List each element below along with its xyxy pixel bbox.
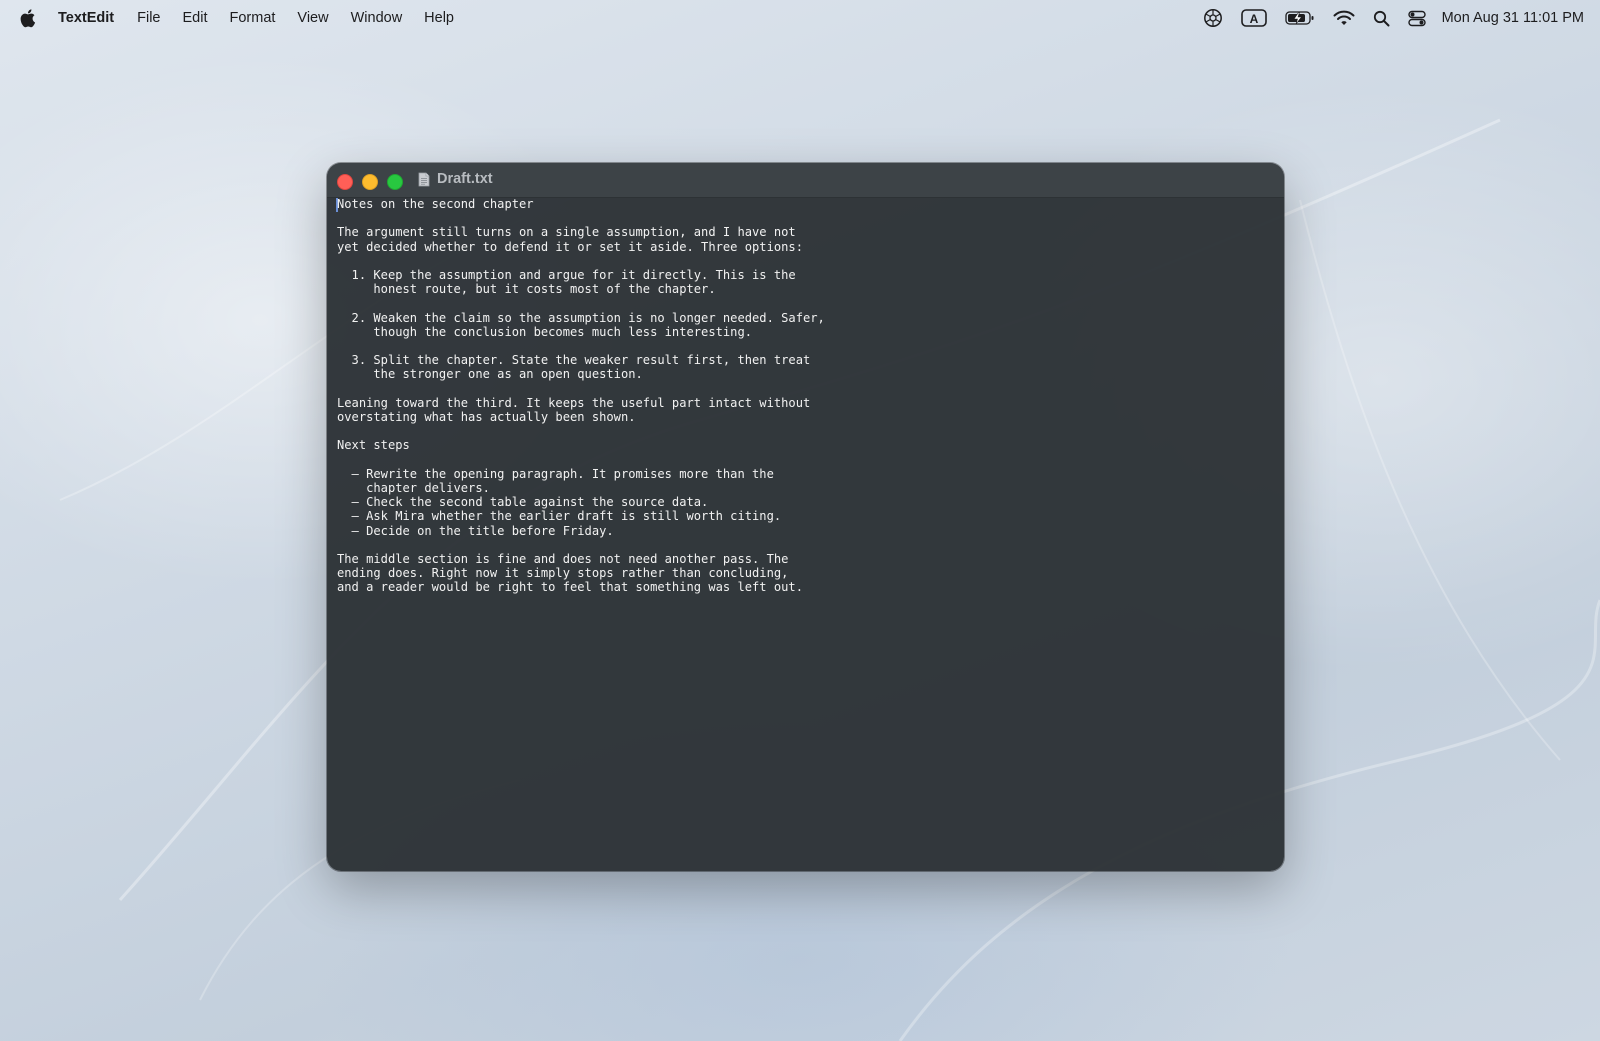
menu-items: TextEdit File Edit Format View Window He… xyxy=(58,0,476,36)
input-source-label: A xyxy=(1249,12,1258,26)
menu-app-name[interactable]: TextEdit xyxy=(58,10,114,26)
document-icon[interactable] xyxy=(418,172,430,187)
wifi-icon[interactable] xyxy=(1333,0,1355,36)
menu-file[interactable]: File xyxy=(137,10,160,26)
close-button[interactable] xyxy=(337,174,353,190)
apple-menu-icon[interactable] xyxy=(20,8,38,28)
accessibility-icon[interactable] xyxy=(1203,0,1223,36)
text-editor-area[interactable]: Notes on the second chapter The argument… xyxy=(327,197,1284,871)
menu-bar: TextEdit File Edit Format View Window He… xyxy=(0,0,1600,36)
battery-charging-icon[interactable] xyxy=(1284,0,1315,36)
menu-format[interactable]: Format xyxy=(230,10,276,26)
menu-view[interactable]: View xyxy=(297,10,328,26)
zoom-button[interactable] xyxy=(387,174,403,190)
spotlight-search-icon[interactable] xyxy=(1373,0,1390,36)
menu-edit[interactable]: Edit xyxy=(183,10,208,26)
control-center-icon[interactable] xyxy=(1407,0,1426,36)
minimize-button[interactable] xyxy=(362,174,378,190)
input-source-icon[interactable]: A xyxy=(1240,0,1267,36)
menu-window[interactable]: Window xyxy=(351,10,403,26)
document-text[interactable]: Notes on the second chapter The argument… xyxy=(337,197,825,595)
status-area: A Mon Aug 31 11:01 PM xyxy=(1185,0,1584,36)
window-title: Draft.txt xyxy=(437,171,493,187)
textedit-window: Draft.txt Notes on the second chapter Th… xyxy=(327,163,1284,871)
menubar-clock[interactable]: Mon Aug 31 11:01 PM xyxy=(1442,10,1584,26)
menu-help[interactable]: Help xyxy=(424,10,454,26)
window-titlebar[interactable]: Draft.txt xyxy=(327,163,1284,198)
